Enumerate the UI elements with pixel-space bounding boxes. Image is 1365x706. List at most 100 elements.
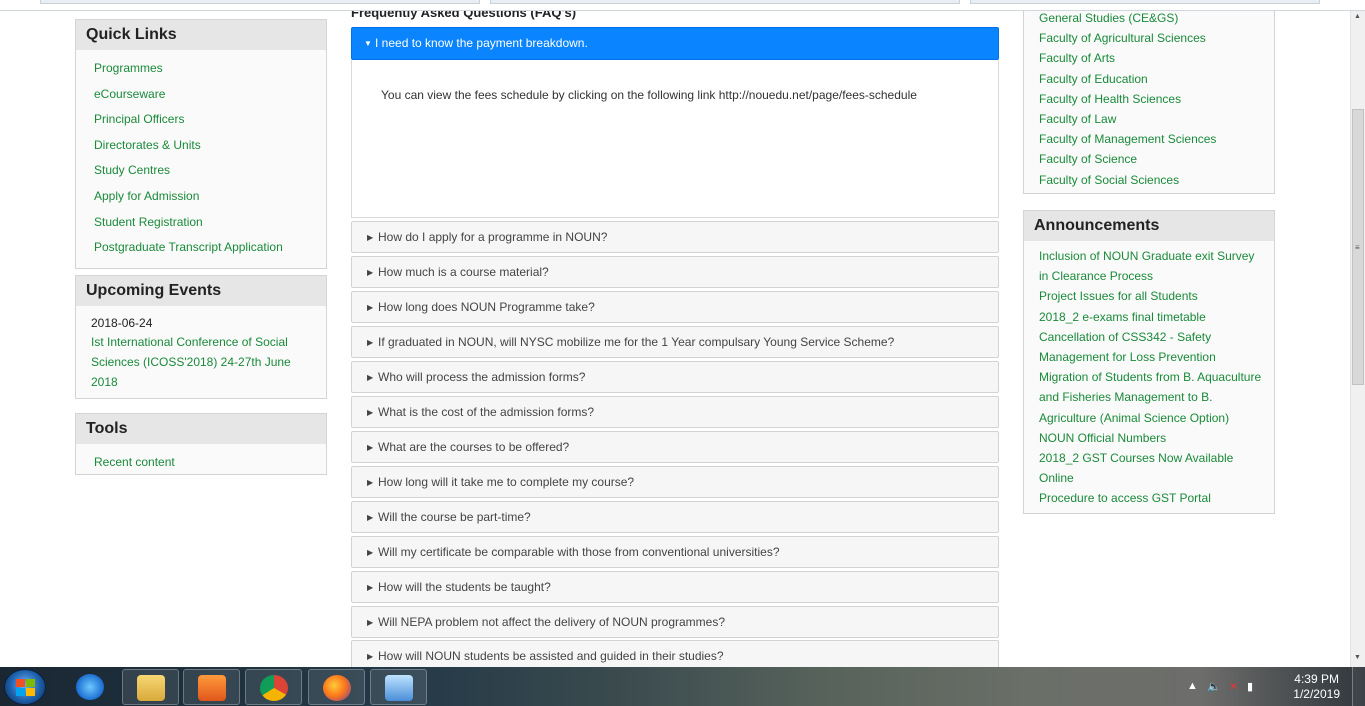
quick-links-block: Quick Links Programmes eCourseware Princ… — [75, 19, 327, 269]
faq-item[interactable]: ▶ How will NOUN students be assisted and … — [351, 640, 999, 667]
faculty-link[interactable]: General Studies (CE&GS) — [1039, 11, 1274, 28]
faq-item[interactable]: ▶ How do I apply for a programme in NOUN? — [351, 221, 999, 253]
browser-toolbar-segment — [970, 0, 1320, 4]
start-button[interactable] — [4, 669, 46, 705]
quick-link-ecourseware[interactable]: eCourseware — [94, 82, 326, 108]
faq-item[interactable]: ▶ What is the cost of the admission forms… — [351, 396, 999, 428]
faq-question: How long does NOUN Programme take? — [378, 300, 595, 314]
caret-right-icon: ▶ — [367, 408, 374, 417]
faq-item[interactable]: ▶ Who will process the admission forms? — [351, 361, 999, 393]
clock-date: 1/2/2019 — [1293, 687, 1340, 701]
announcement-link[interactable]: NOUN Official Numbers — [1039, 428, 1266, 448]
quick-link-study-centres[interactable]: Study Centres — [94, 158, 326, 184]
faculties-list: General Studies (CE&GS) Faculty of Agric… — [1024, 11, 1274, 190]
system-tray: ▲ 🔈 ✕ ▮ 4:39 PM 1/2/2019 — [1175, 667, 1365, 706]
caret-right-icon: ▶ — [367, 548, 374, 557]
internet-explorer-icon — [76, 674, 104, 700]
faculty-link[interactable]: Faculty of Agricultural Sciences — [1039, 28, 1274, 48]
faq-question: Will NEPA problem not affect the deliver… — [378, 615, 726, 629]
faculty-link[interactable]: Faculty of Arts — [1039, 48, 1274, 68]
network-error-icon[interactable]: ✕ — [1229, 680, 1238, 693]
caret-right-icon: ▶ — [367, 583, 374, 592]
faq-heading: Frequently Asked Questions (FAQ's) — [351, 11, 577, 20]
faq-item[interactable]: ▶ If graduated in NOUN, will NYSC mobiliz… — [351, 326, 999, 358]
file-explorer-button[interactable] — [122, 669, 179, 705]
quick-link-directorates[interactable]: Directorates & Units — [94, 133, 326, 159]
faculty-link[interactable]: Faculty of Social Sciences — [1039, 170, 1274, 190]
caret-right-icon: ▶ — [367, 652, 374, 661]
caret-right-icon: ▶ — [367, 303, 374, 312]
faculties-block: General Studies (CE&GS) Faculty of Agric… — [1023, 11, 1275, 194]
faq-question: What are the courses to be offered? — [378, 440, 570, 454]
tools-title: Tools — [76, 414, 326, 444]
quick-link-principal-officers[interactable]: Principal Officers — [94, 107, 326, 133]
faculty-link[interactable]: Faculty of Education — [1039, 69, 1274, 89]
faq-question: How will NOUN students be assisted and g… — [378, 649, 724, 663]
faq-active-answer-panel: You can view the fees schedule by clicki… — [351, 60, 999, 218]
faq-question: What is the cost of the admission forms? — [378, 405, 595, 419]
scroll-up-arrow-icon[interactable]: ▲ — [1354, 13, 1361, 20]
faq-item[interactable]: ▶ What are the courses to be offered? — [351, 431, 999, 463]
faq-item[interactable]: ▶ How long does NOUN Programme take? — [351, 291, 999, 323]
faculty-link[interactable]: Faculty of Law — [1039, 109, 1274, 129]
faculty-link[interactable]: Faculty of Science — [1039, 149, 1274, 169]
caret-right-icon: ▶ — [367, 443, 374, 452]
faq-item[interactable]: ▶ Will the course be part-time? — [351, 501, 999, 533]
tools-recent-content-link[interactable]: Recent content — [94, 450, 326, 476]
faq-item[interactable]: ▶ Will NEPA problem not affect the delive… — [351, 606, 999, 638]
clock[interactable]: 4:39 PM 1/2/2019 — [1293, 672, 1340, 702]
announcements-block: Announcements Inclusion of NOUN Graduate… — [1023, 210, 1275, 514]
remote-desktop-icon — [385, 675, 413, 701]
browser-frame-edge — [0, 0, 1365, 11]
faq-item[interactable]: ▶ Will my certificate be comparable with … — [351, 536, 999, 568]
announcement-link[interactable]: Project Issues for all Students — [1039, 286, 1266, 306]
quick-link-apply-admission[interactable]: Apply for Admission — [94, 184, 326, 210]
caret-down-icon: ▼ — [364, 39, 372, 48]
internet-explorer-button[interactable] — [62, 669, 119, 705]
caret-right-icon: ▶ — [367, 268, 374, 277]
chrome-icon — [260, 675, 288, 701]
faq-item[interactable]: ▶ How will the students be taught? — [351, 571, 999, 603]
faq-item[interactable]: ▶ How much is a course material? — [351, 256, 999, 288]
announcement-link[interactable]: 2018_2 e-exams final timetable — [1039, 307, 1266, 327]
clock-time: 4:39 PM — [1294, 672, 1339, 686]
announcement-link[interactable]: Migration of Students from B. Aquacultur… — [1039, 367, 1266, 428]
quick-links-title: Quick Links — [76, 20, 326, 50]
faq-question: How do I apply for a programme in NOUN? — [378, 230, 608, 244]
firefox-button[interactable] — [308, 669, 365, 705]
taskbar: ▲ 🔈 ✕ ▮ 4:39 PM 1/2/2019 — [0, 667, 1365, 706]
vertical-scrollbar[interactable]: ▲ ≡ ▼ — [1350, 11, 1365, 667]
event-link[interactable]: Ist International Conference of Social S… — [76, 330, 326, 392]
caret-right-icon: ▶ — [367, 373, 374, 382]
announcement-link[interactable]: Procedure to access GST Portal — [1039, 488, 1266, 508]
caret-right-icon: ▶ — [367, 338, 374, 347]
caret-right-icon: ▶ — [367, 233, 374, 242]
tools-block: Tools Recent content — [75, 413, 327, 475]
quick-link-student-registration[interactable]: Student Registration — [94, 210, 326, 236]
scroll-down-arrow-icon[interactable]: ▼ — [1354, 654, 1361, 661]
quick-link-programmes[interactable]: Programmes — [94, 56, 326, 82]
show-hidden-icons-icon[interactable]: ▲ — [1187, 680, 1198, 692]
announcement-link[interactable]: 2018_2 GST Courses Now Available Online — [1039, 448, 1266, 488]
announcement-link[interactable]: Inclusion of NOUN Graduate exit Survey i… — [1039, 246, 1266, 286]
caret-right-icon: ▶ — [367, 513, 374, 522]
announcement-link[interactable]: Cancellation of CSS342 - Safety Manageme… — [1039, 327, 1266, 367]
faq-active-question[interactable]: ▼ I need to know the payment breakdown. — [351, 27, 999, 60]
faculty-link[interactable]: Faculty of Health Sciences — [1039, 89, 1274, 109]
show-desktop-button[interactable] — [1352, 667, 1365, 706]
announcements-title: Announcements — [1024, 211, 1274, 241]
faq-item[interactable]: ▶ How long will it take me to complete my… — [351, 466, 999, 498]
file-explorer-icon — [137, 675, 165, 701]
media-player-button[interactable] — [183, 669, 240, 705]
faq-question: How long will it take me to complete my … — [378, 475, 635, 489]
speaker-icon[interactable]: 🔈 — [1207, 680, 1221, 693]
quick-link-postgraduate-transcript[interactable]: Postgraduate Transcript Application — [94, 235, 326, 261]
chrome-button[interactable] — [245, 669, 302, 705]
faq-active-answer: You can view the fees schedule by clicki… — [381, 88, 917, 102]
caret-right-icon: ▶ — [367, 618, 374, 627]
faculty-link[interactable]: Faculty of Management Sciences — [1039, 129, 1274, 149]
signal-icon[interactable]: ▮ — [1247, 680, 1253, 693]
remote-desktop-button[interactable] — [370, 669, 427, 705]
faq-question: How much is a course material? — [378, 265, 549, 279]
upcoming-events-block: Upcoming Events 2018-06-24 Ist Internati… — [75, 275, 327, 399]
